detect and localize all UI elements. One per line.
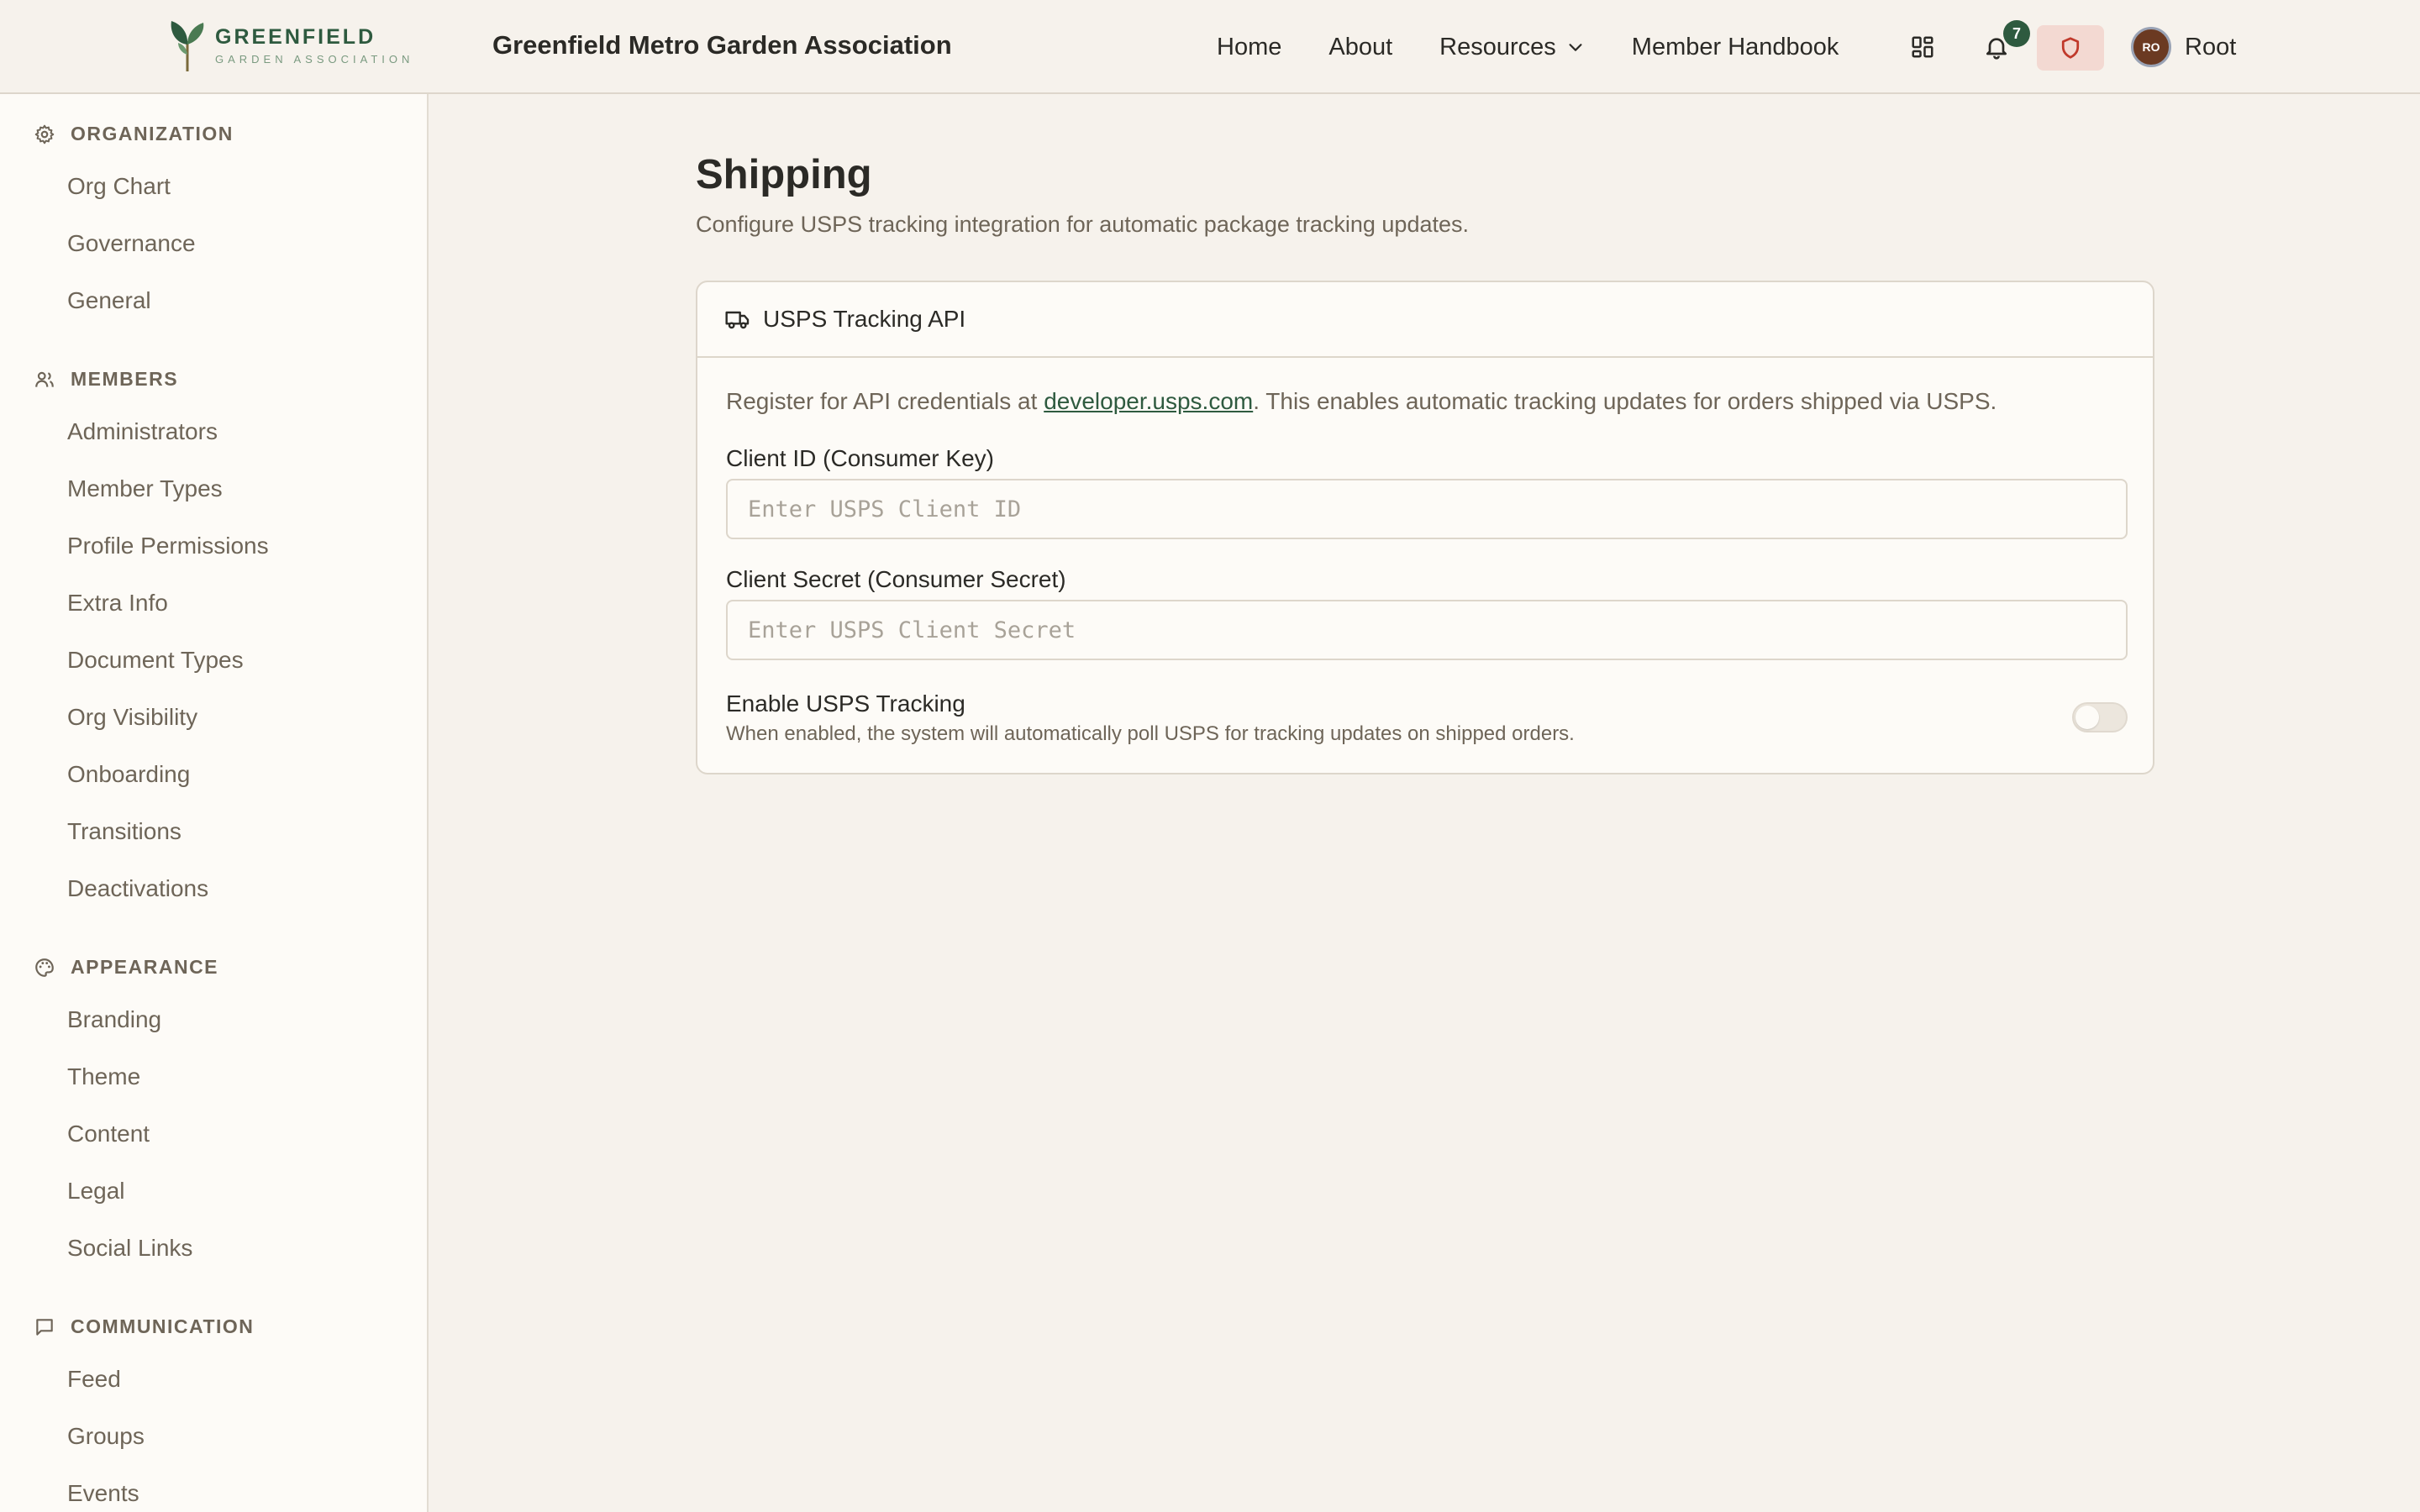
user-menu[interactable]: RO Root [2131, 27, 2236, 67]
sidebar-section-title: COMMUNICATION [71, 1315, 255, 1337]
settings-sidebar: ORGANIZATION Org Chart Governance Genera… [0, 94, 429, 1512]
sidebar-item-org-visibility[interactable]: Org Visibility [67, 704, 197, 731]
main-nav: Home About Resources Member Handbook [1217, 22, 1886, 72]
sidebar-section-members: MEMBERS [34, 368, 178, 391]
logo-main-text: GREENFIELD [215, 25, 376, 49]
sidebar-item-deactivations[interactable]: Deactivations [67, 875, 208, 902]
card-header: USPS Tracking API [697, 282, 2153, 358]
nav-member-handbook[interactable]: Member Handbook [1632, 34, 1839, 61]
nav-home[interactable]: Home [1217, 34, 1281, 61]
sidebar-item-groups[interactable]: Groups [67, 1423, 145, 1450]
enable-tracking-toggle[interactable] [2072, 702, 2128, 732]
chevron-down-icon [1569, 44, 1582, 51]
sidebar-item-governance[interactable]: Governance [67, 230, 196, 257]
users-icon [35, 371, 54, 387]
nav-about[interactable]: About [1328, 34, 1392, 61]
sidebar-section-appearance: APPEARANCE [34, 956, 218, 979]
client-secret-input[interactable] [726, 600, 2128, 660]
sidebar-item-extra-info[interactable]: Extra Info [67, 590, 168, 617]
palette-icon [35, 958, 54, 977]
enable-tracking-description: When enabled, the system will automatica… [726, 722, 1575, 745]
logo-sub-text: GARDEN ASSOCIATION [215, 53, 414, 66]
notifications-button[interactable]: 7 [1971, 20, 2030, 72]
gear-icon [34, 124, 55, 144]
logo[interactable]: GREENFIELD GARDEN ASSOCIATION [166, 18, 413, 74]
usps-tracking-card: USPS Tracking API Register for API crede… [696, 281, 2154, 774]
sidebar-section-title: MEMBERS [71, 368, 179, 390]
nav-resources[interactable]: Resources [1439, 34, 1585, 61]
sidebar-section-title: ORGANIZATION [71, 123, 234, 144]
notification-count-badge: 7 [2003, 20, 2030, 47]
sidebar-section-title: APPEARANCE [71, 956, 219, 978]
user-name: Root [2185, 33, 2237, 60]
note-suffix: . This enables automatic tracking update… [1253, 388, 1997, 414]
sidebar-item-social-links[interactable]: Social Links [67, 1235, 192, 1262]
grid-icon [1912, 36, 1933, 58]
sidebar-item-theme[interactable]: Theme [67, 1063, 140, 1090]
api-registration-note: Register for API credentials at develope… [726, 388, 1996, 415]
client-id-input[interactable] [726, 479, 2128, 539]
site-title[interactable]: Greenfield Metro Garden Association [492, 30, 952, 60]
sidebar-item-events[interactable]: Events [67, 1480, 139, 1507]
sidebar-item-legal[interactable]: Legal [67, 1178, 125, 1205]
note-prefix: Register for API credentials at [726, 388, 1044, 414]
sidebar-item-onboarding[interactable]: Onboarding [67, 761, 190, 788]
sidebar-item-feed[interactable]: Feed [67, 1366, 121, 1393]
sidebar-item-org-chart[interactable]: Org Chart [67, 173, 171, 200]
sidebar-section-organization: ORGANIZATION [34, 123, 234, 145]
truck-icon [725, 311, 750, 329]
sidebar-item-content[interactable]: Content [67, 1121, 150, 1147]
sidebar-item-document-types[interactable]: Document Types [67, 647, 244, 674]
toggle-knob [2075, 706, 2099, 729]
nav-resources-label: Resources [1439, 33, 1556, 60]
usps-developer-link[interactable]: developer.usps.com [1044, 388, 1253, 414]
sidebar-item-administrators[interactable]: Administrators [67, 418, 218, 445]
sidebar-item-profile-permissions[interactable]: Profile Permissions [67, 533, 269, 559]
enable-tracking-label: Enable USPS Tracking [726, 690, 965, 717]
sidebar-item-transitions[interactable]: Transitions [67, 818, 182, 845]
sidebar-item-general[interactable]: General [67, 287, 151, 314]
card-title: USPS Tracking API [763, 306, 966, 332]
page-title: Shipping [696, 152, 872, 197]
sidebar-section-communication: COMMUNICATION [34, 1315, 254, 1338]
apps-grid-button[interactable] [1897, 22, 1948, 72]
sidebar-item-branding[interactable]: Branding [67, 1006, 161, 1033]
top-header: GREENFIELD GARDEN ASSOCIATION Greenfield… [0, 0, 2420, 94]
page-description: Configure USPS tracking integration for … [696, 212, 1470, 237]
sprout-logo-icon [171, 21, 204, 71]
message-icon [36, 1318, 53, 1336]
avatar: RO [2131, 27, 2171, 67]
admin-shield-button[interactable] [2037, 25, 2104, 71]
shield-icon [2061, 37, 2080, 59]
client-secret-label: Client Secret (Consumer Secret) [726, 566, 1066, 592]
sidebar-item-member-types[interactable]: Member Types [67, 475, 223, 502]
client-id-label: Client ID (Consumer Key) [726, 445, 994, 471]
